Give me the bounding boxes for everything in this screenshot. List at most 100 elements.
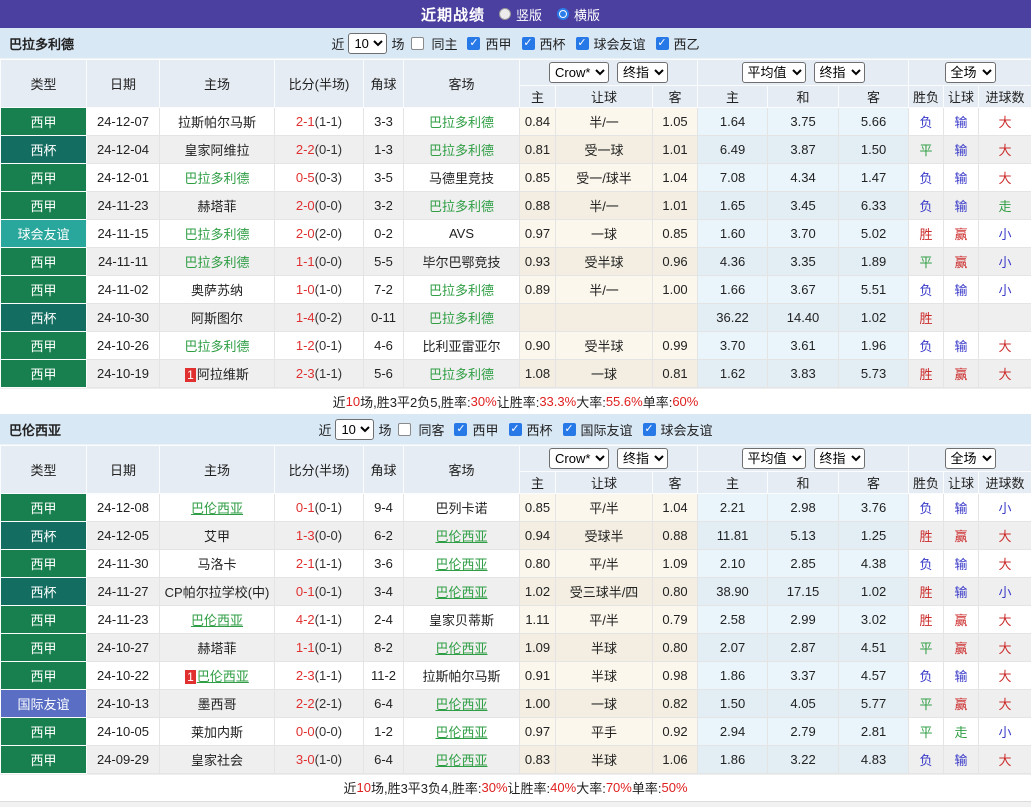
match-row: 西甲24-09-29皇家社会3-0(1-0)6-4巴伦西亚0.83半球1.061… <box>1 746 1031 774</box>
avg-final-select[interactable]: 终指 <box>814 448 865 469</box>
league-checkbox[interactable]: ✓ <box>467 37 480 50</box>
handicap-away-odds <box>653 304 698 332</box>
league-label: 国际友谊 <box>581 420 633 439</box>
away-team-name[interactable]: 巴拉多利德 <box>429 199 494 214</box>
league-checkbox[interactable]: ✓ <box>509 423 522 436</box>
corners-cell: 0-2 <box>364 220 404 248</box>
odds-final-select[interactable]: 终指 <box>617 62 668 83</box>
col-header-score: 比分(半场) <box>275 60 364 108</box>
avg-away-odds: 1.25 <box>839 522 909 550</box>
home-team-name[interactable]: 巴拉多利德 <box>184 255 249 270</box>
halftime-score: (0-1) <box>315 500 342 515</box>
league-checkbox[interactable]: ✓ <box>576 37 589 50</box>
handicap-result-cell: 输 <box>944 108 979 136</box>
horizontal-layout-radio[interactable] <box>557 8 569 20</box>
summary-label: 大率: <box>576 778 606 797</box>
home-team-name[interactable]: 巴拉多利德 <box>184 227 249 242</box>
home-team-name[interactable]: 巴拉多利德 <box>184 171 249 186</box>
away-team-name[interactable]: 巴伦西亚 <box>435 557 487 572</box>
fullmatch-select[interactable]: 全场 <box>945 448 996 469</box>
date-cell: 24-12-05 <box>87 522 160 550</box>
avg-away-odds: 4.83 <box>839 746 909 774</box>
home-team-name[interactable]: 巴伦西亚 <box>191 501 243 516</box>
fulltime-score: 2-2 <box>296 142 315 157</box>
horizontal-scrollbar[interactable] <box>0 801 1031 807</box>
date-cell: 24-11-27 <box>87 578 160 606</box>
match-result-cell: 负 <box>909 494 944 522</box>
radio-dot <box>560 11 566 17</box>
date-cell: 24-09-29 <box>87 746 160 774</box>
halftime-score: (0-1) <box>315 142 342 157</box>
league-type-cell: 西杯 <box>1 136 87 164</box>
away-team-name[interactable]: 巴伦西亚 <box>435 585 487 600</box>
games-count-select[interactable]: 10 <box>348 33 387 54</box>
away-team-name[interactable]: 巴拉多利德 <box>429 311 494 326</box>
summary-value: 10 <box>357 780 371 795</box>
handicap-home-odds: 0.97 <box>520 718 556 746</box>
avg-away-odds: 5.51 <box>839 276 909 304</box>
same-venue-checkbox[interactable] <box>411 37 424 50</box>
away-team-name[interactable]: 巴伦西亚 <box>435 753 487 768</box>
handicap-line: 平/半 <box>556 494 653 522</box>
summary-label: 近 <box>333 392 346 411</box>
home-team-name: 阿拉维斯 <box>197 367 249 382</box>
corners-cell: 8-2 <box>364 634 404 662</box>
avg-final-select[interactable]: 终指 <box>814 62 865 83</box>
games-count-select[interactable]: 10 <box>335 419 374 440</box>
away-team-name[interactable]: 巴伦西亚 <box>435 697 487 712</box>
league-checkbox[interactable]: ✓ <box>563 423 576 436</box>
col-header-type: 类型 <box>1 446 87 494</box>
handicap-line: 平手 <box>556 718 653 746</box>
away-team-name[interactable]: 巴伦西亚 <box>435 641 487 656</box>
league-checkbox[interactable]: ✓ <box>454 423 467 436</box>
fulltime-score: 2-0 <box>296 198 315 213</box>
away-team-name[interactable]: 巴拉多利德 <box>429 283 494 298</box>
col-header-date: 日期 <box>87 60 160 108</box>
avg-source-select[interactable]: 平均值 <box>742 448 806 469</box>
away-team-name[interactable]: 巴拉多利德 <box>429 115 494 130</box>
handicap-line: 受半球 <box>556 332 653 360</box>
handicap-odds-group: Crow* 终指 <box>520 446 698 472</box>
league-checkbox[interactable]: ✓ <box>522 37 535 50</box>
home-team-name[interactable]: 巴拉多利德 <box>184 339 249 354</box>
team-name: 巴伦西亚 <box>9 420 61 439</box>
avg-source-select[interactable]: 平均值 <box>742 62 806 83</box>
goals-result-cell: 大 <box>979 746 1031 774</box>
odds-source-select[interactable]: Crow* <box>549 448 609 469</box>
league-checkbox[interactable]: ✓ <box>656 37 669 50</box>
odds-final-select[interactable]: 终指 <box>617 448 668 469</box>
avg-draw-odds: 14.40 <box>768 304 839 332</box>
handicap-home-odds: 0.84 <box>520 108 556 136</box>
fullmatch-select[interactable]: 全场 <box>945 62 996 83</box>
vertical-layout-radio[interactable] <box>499 8 511 20</box>
col-header-away: 客场 <box>404 446 520 494</box>
summary-label: 单率: <box>632 778 662 797</box>
matches-table: 类型 日期 主场 比分(半场) 角球 客场 Crow* 终指 平均值 终指 <box>0 59 1031 388</box>
same-venue-label: 同主 <box>431 34 457 53</box>
home-team-name[interactable]: 巴伦西亚 <box>191 613 243 628</box>
halftime-score: (0-3) <box>315 170 342 185</box>
avg-draw-odds: 2.99 <box>768 606 839 634</box>
handicap-result-cell: 赢 <box>944 634 979 662</box>
handicap-home-odds <box>520 304 556 332</box>
halftime-score: (1-1) <box>315 114 342 129</box>
league-checkbox[interactable]: ✓ <box>643 423 656 436</box>
league-label: 西杯 <box>527 420 553 439</box>
horizontal-layout-label[interactable]: 横版 <box>574 5 600 24</box>
away-team-name[interactable]: 巴拉多利德 <box>429 143 494 158</box>
col-header-score: 比分(半场) <box>275 446 364 494</box>
league-type-cell: 西甲 <box>1 248 87 276</box>
corners-cell: 6-4 <box>364 746 404 774</box>
home-team-name[interactable]: 巴伦西亚 <box>197 669 249 684</box>
odds-source-select[interactable]: Crow* <box>549 62 609 83</box>
avg-away-odds: 1.02 <box>839 578 909 606</box>
away-team-cell: 巴拉多利德 <box>404 360 520 388</box>
away-team-name[interactable]: 巴拉多利德 <box>429 367 494 382</box>
fullmatch-group: 全场 <box>909 446 1031 472</box>
away-team-name[interactable]: 巴伦西亚 <box>435 529 487 544</box>
handicap-line: 受三球半/四 <box>556 578 653 606</box>
handicap-away-odds: 0.92 <box>653 718 698 746</box>
same-venue-checkbox[interactable] <box>398 423 411 436</box>
vertical-layout-label[interactable]: 竖版 <box>516 5 542 24</box>
date-cell: 24-11-30 <box>87 550 160 578</box>
